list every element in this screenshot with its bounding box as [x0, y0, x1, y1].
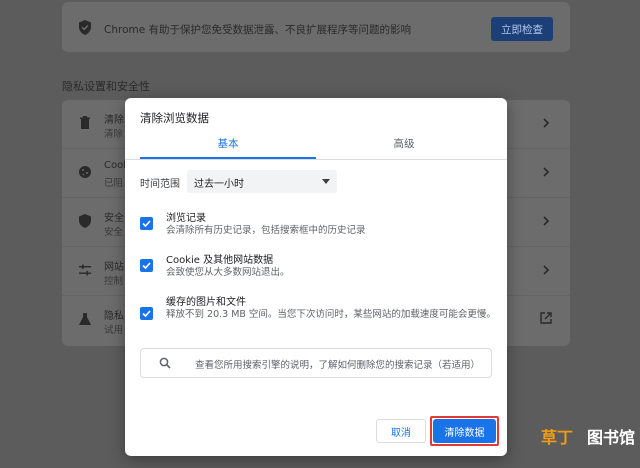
sliders-icon: [79, 264, 91, 276]
clear-browsing-data-dialog: 清除浏览数据 基本 高级 时间范围 过去一小时 浏览记录 会清除所有历史记录，包…: [125, 98, 507, 456]
watermark-logo: 草丁 图书馆: [541, 424, 635, 447]
open-external-icon: [540, 312, 552, 324]
time-range-value: 过去一小时: [194, 179, 244, 190]
option-description: 会致使您从大多数网站退出。: [166, 267, 290, 278]
privacy-row-title: 网站: [104, 262, 124, 273]
chevron-right-icon: [543, 216, 550, 226]
browsing-history-checkbox[interactable]: [140, 217, 153, 230]
option-title: 浏览记录: [166, 213, 206, 224]
trash-icon: [80, 116, 90, 129]
chevron-right-icon: [543, 118, 550, 128]
privacy-row-title: 隐私: [104, 311, 124, 322]
watermark-part2: 图书馆: [587, 428, 636, 447]
search-icon: [159, 357, 171, 369]
clear-data-button[interactable]: 清除数据: [433, 419, 496, 443]
cookies-checkbox[interactable]: [140, 259, 153, 272]
cancel-button[interactable]: 取消: [376, 419, 426, 443]
privacy-section-title: 隐私设置和安全性: [62, 80, 150, 93]
search-engine-info-text: 查看您所用搜索引擎的说明，了解如何删除您的搜索记录（若适用）: [195, 360, 481, 371]
safety-check-text: Chrome 有助于保护您免受数据泄露、不良扩展程序等问题的影响: [104, 24, 412, 36]
privacy-row-subtitle: 控制: [104, 276, 124, 287]
chevron-right-icon: [543, 265, 550, 275]
cookie-icon: [79, 166, 91, 178]
search-engine-info[interactable]: 查看您所用搜索引擎的说明，了解如何删除您的搜索记录（若适用）: [140, 348, 492, 378]
caret-down-icon: [322, 179, 330, 184]
privacy-row-subtitle: 安全: [104, 227, 124, 238]
option-title: 缓存的图片和文件: [166, 297, 246, 308]
flask-icon: [79, 313, 91, 325]
safety-check-card: Chrome 有助于保护您免受数据泄露、不良扩展程序等问题的影响 立即检查: [62, 2, 570, 52]
tab-basic[interactable]: 基本: [140, 136, 316, 158]
privacy-row-subtitle: 已阻: [104, 178, 124, 189]
tab-advanced[interactable]: 高级: [316, 136, 492, 158]
time-range-select[interactable]: 过去一小时: [187, 170, 337, 193]
watermark-part1: 草丁: [541, 428, 574, 447]
cached-images-checkbox[interactable]: [140, 307, 153, 320]
checkmark-icon: [142, 220, 151, 228]
option-description: 会清除所有历史记录，包括搜索框中的历史记录: [166, 225, 366, 236]
option-title: Cookie 及其他网站数据: [166, 255, 274, 266]
option-description: 释放不到 20.3 MB 空间。当您下次访问时，某些网站的加载速度可能会更慢。: [166, 309, 496, 320]
privacy-row-title: 安全: [104, 213, 124, 224]
tabs-divider: [125, 159, 507, 160]
checkmark-icon: [142, 310, 151, 318]
shield-check-icon: [79, 20, 91, 35]
privacy-row-subtitle: 试用: [104, 325, 124, 336]
dialog-title: 清除浏览数据: [140, 111, 209, 125]
checkmark-icon: [142, 262, 151, 270]
shield-icon: [79, 214, 91, 228]
chevron-right-icon: [543, 167, 550, 177]
privacy-row-subtitle: 清除: [104, 129, 124, 140]
time-range-label: 时间范围: [140, 179, 180, 190]
check-now-button[interactable]: 立即检查: [491, 17, 553, 41]
privacy-row-title: 清除: [104, 115, 124, 126]
